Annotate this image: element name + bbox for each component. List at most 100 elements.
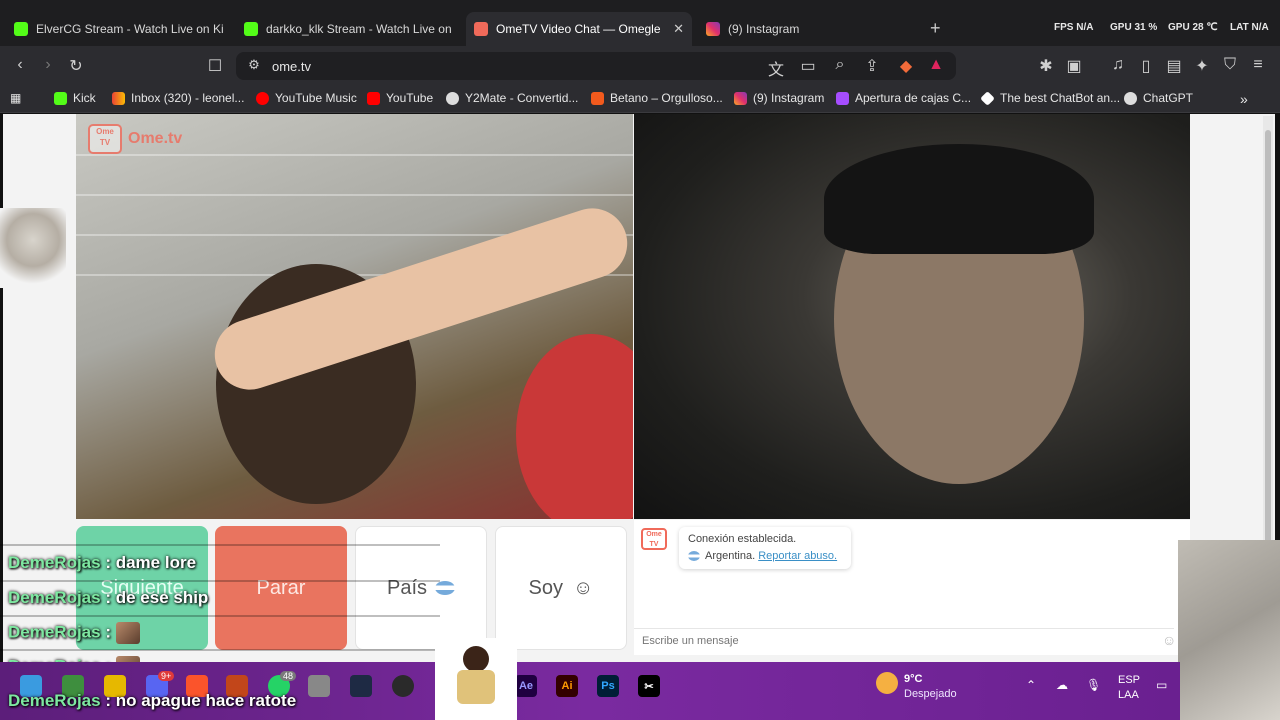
input-language[interactable]: ESP: [1118, 674, 1140, 686]
bookmark-kick[interactable]: Kick: [54, 91, 96, 105]
kick-icon: [54, 91, 67, 105]
weather-temperature: 9°C: [904, 673, 923, 685]
bookmark-icon[interactable]: ☐: [205, 56, 225, 76]
gpu-temp-readout: GPU 28 ℃: [1168, 22, 1218, 33]
bookmark-youtube-music[interactable]: YouTube Music: [256, 91, 357, 105]
bookmark-cajas[interactable]: Apertura de cajas C...: [836, 91, 971, 105]
obs-icon[interactable]: [392, 675, 414, 697]
cast-icon[interactable]: ▭: [798, 56, 818, 76]
notification-icon[interactable]: ▭: [1156, 678, 1167, 692]
kick-icon: [14, 22, 28, 36]
webcam-overlay-left: [0, 208, 66, 288]
tab-title: OmeTV Video Chat — Omegle: [496, 22, 661, 36]
more-bookmarks-icon[interactable]: »: [1240, 91, 1248, 107]
close-tab-icon[interactable]: ✕: [665, 21, 684, 37]
ometv-icon: [474, 22, 488, 36]
emote-icon: [115, 622, 140, 644]
tab-instagram[interactable]: (9) Instagram: [698, 12, 924, 46]
share-icon[interactable]: ⇪: [862, 56, 882, 76]
ometv-badge-icon: Ome TV: [641, 528, 667, 550]
brave-rewards-icon[interactable]: ▲: [926, 56, 946, 74]
weather-description: Despejado: [904, 688, 957, 700]
argentina-flag-icon: [435, 581, 456, 595]
translate-icon[interactable]: 文: [766, 56, 786, 80]
reload-icon[interactable]: ↻: [66, 56, 86, 76]
overlay-chat-message: DemeRojas :: [8, 622, 140, 644]
weather-moon-icon[interactable]: [876, 672, 898, 694]
after-effects-icon[interactable]: Ae: [515, 675, 537, 697]
microphone-icon[interactable]: 🎙: [1086, 678, 1101, 692]
forward-icon[interactable]: ›: [38, 56, 58, 74]
brave-shield-icon[interactable]: ◆: [896, 56, 916, 76]
bookmark-youtube[interactable]: YouTube: [367, 91, 433, 105]
tab-darkko[interactable]: darkko_klk Stream - Watch Live on Kick: [236, 12, 462, 46]
leo-ai-icon[interactable]: ✦: [1192, 56, 1212, 76]
apps-grid-icon[interactable]: ▦: [10, 91, 21, 105]
bookmark-y2mate[interactable]: Y2Mate - Convertid...: [446, 91, 578, 105]
overlay-chat-message: DemeRojas : dame lore: [8, 553, 197, 572]
back-icon[interactable]: ‹: [10, 56, 30, 74]
betano-icon: [591, 91, 604, 105]
bookmark-betano[interactable]: Betano – Orgulloso...: [591, 91, 723, 105]
vpn-icon[interactable]: ⛉: [1220, 56, 1240, 74]
discord-badge: 9+: [158, 671, 175, 681]
tab-ometv[interactable]: OmeTV Video Chat — Omegle ✕: [466, 12, 692, 46]
message-input[interactable]: [634, 628, 1174, 652]
animated-sticker-overlay: [435, 638, 517, 720]
calculator-icon[interactable]: [308, 675, 330, 697]
screenshot-icon[interactable]: ▣: [1064, 56, 1084, 76]
stranger-country: Argentina. Reportar abuso.: [688, 550, 837, 562]
scrollbar-thumb[interactable]: [1265, 130, 1271, 600]
tab-title: darkko_klk Stream - Watch Live on Kick: [266, 22, 454, 36]
tab-title: ElverCG Stream - Watch Live on Kick: [36, 22, 224, 36]
argentina-flag-icon: [688, 551, 700, 562]
keyboard-layout[interactable]: LAA: [1118, 689, 1139, 701]
bookmark-chatbot[interactable]: The best ChatBot an...: [980, 90, 1120, 106]
photoshop-icon[interactable]: Ps: [597, 675, 619, 697]
extensions-icon[interactable]: ✱: [1036, 56, 1056, 76]
instagram-icon: [734, 91, 747, 105]
davinci-icon[interactable]: [350, 675, 372, 697]
chatbot-icon: [980, 90, 995, 106]
gender-filter-button[interactable]: Soy ☺: [495, 526, 627, 650]
connection-status: Conexión establecida.: [688, 533, 797, 545]
wallet-icon[interactable]: ▤: [1164, 56, 1184, 76]
sidebar-icon[interactable]: ▯: [1136, 56, 1156, 76]
y2mate-icon: [446, 91, 459, 105]
chatgpt-icon: [1124, 91, 1137, 105]
person-figure: [516, 334, 633, 519]
instagram-icon: [706, 22, 720, 36]
onedrive-icon[interactable]: ☁: [1056, 678, 1068, 692]
webcam-overlay-right: [1178, 540, 1280, 720]
fps-readout: FPS N/A: [1054, 22, 1094, 33]
youtube-music-icon: [256, 91, 269, 105]
bookmark-gmail[interactable]: Inbox (320) - leonel...: [112, 91, 244, 105]
stranger-video: [634, 114, 1190, 519]
tab-elvercg[interactable]: ElverCG Stream - Watch Live on Kick: [6, 12, 232, 46]
cases-icon: [836, 91, 849, 105]
boy-face-icon: ☺: [573, 576, 594, 599]
bookmark-instagram[interactable]: (9) Instagram: [734, 91, 824, 105]
latency-readout: LAT N/A: [1230, 22, 1269, 33]
menu-icon[interactable]: ≡: [1248, 56, 1268, 74]
site-info-icon[interactable]: ⚙: [244, 57, 264, 73]
new-tab-icon[interactable]: +: [930, 18, 941, 39]
gpu-readout: GPU 31 %: [1110, 22, 1158, 33]
music-icon[interactable]: ♫: [1108, 56, 1128, 74]
bookmark-chatgpt[interactable]: ChatGPT: [1124, 91, 1193, 105]
report-abuse-link[interactable]: Reportar abuso.: [758, 550, 837, 562]
gmail-icon: [112, 91, 125, 105]
youtube-icon: [367, 91, 380, 105]
overlay-chat-message: DemeRojas : de ese ship: [8, 588, 209, 607]
local-video: [76, 114, 633, 519]
overlay-chat-message: DemeRojas : no apague hace ratote: [8, 691, 297, 710]
url-text[interactable]: ome.tv: [272, 59, 311, 74]
emoji-icon[interactable]: ☺: [1162, 632, 1176, 648]
tab-title: (9) Instagram: [728, 22, 800, 36]
capcut-icon[interactable]: ✂: [638, 675, 660, 697]
gender-label: Soy: [528, 576, 564, 599]
tray-expand-icon[interactable]: ⌃: [1026, 678, 1036, 692]
whatsapp-badge: 48: [280, 671, 297, 681]
illustrator-icon[interactable]: Ai: [556, 675, 578, 697]
zoom-icon[interactable]: ⌕: [830, 56, 850, 74]
